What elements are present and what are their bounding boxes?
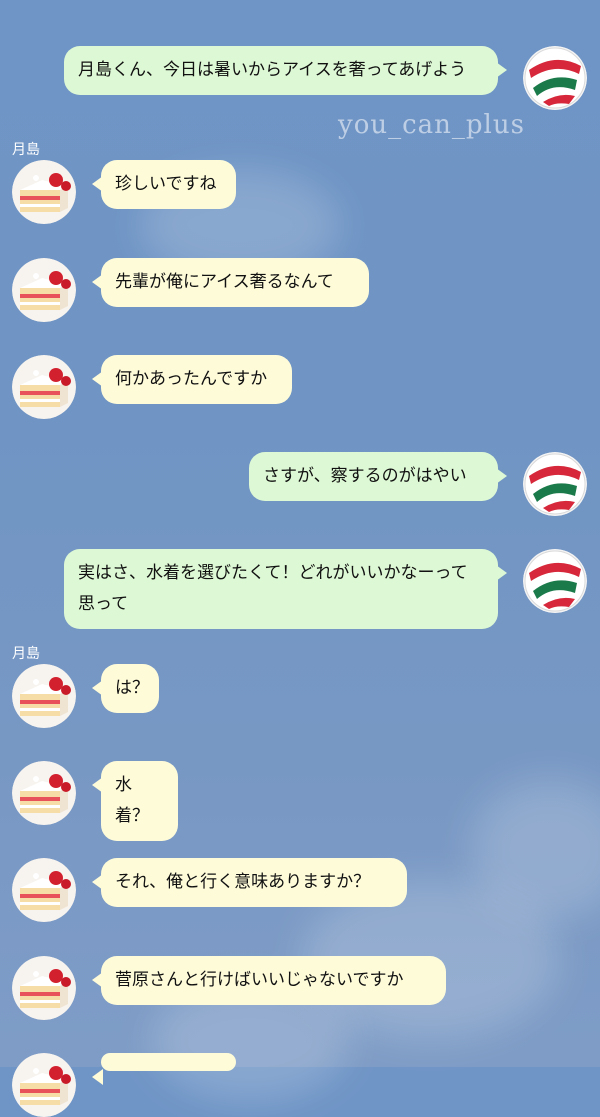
my-message-bubble[interactable]: 実はさ、水着を選びたくて！どれがいいかなーって思って [64,549,507,629]
their-message-bubble[interactable] [92,1053,236,1085]
watermark-text: you_can_plus [338,110,525,140]
my-message-bubble[interactable]: 月島くん、今日は暑いからアイスを奢ってあげよう [64,46,507,95]
strawberry-cake-icon[interactable] [12,160,76,224]
volleyball-icon[interactable] [523,46,587,110]
strawberry-cake-icon[interactable] [12,258,76,322]
strawberry-cake-icon[interactable] [12,664,76,728]
their-message-bubble[interactable]: 水着？ [92,761,178,841]
their-message-bubble[interactable]: 何かあったんですか [92,355,292,404]
strawberry-cake-icon[interactable] [12,761,76,825]
my-message-bubble[interactable]: さすが、察するのがはやい [249,452,507,501]
their-message-bubble[interactable]: それ、俺と行く意味ありますか？ [92,858,407,907]
their-message-bubble[interactable]: 先輩が俺にアイス奢るなんて [92,258,369,307]
sender-name-label: 月島 [12,142,40,158]
sender-name-label: 月島 [12,646,40,662]
volleyball-icon[interactable] [523,549,587,613]
their-message-bubble[interactable]: 珍しいですね [92,160,236,209]
strawberry-cake-icon[interactable] [12,1053,76,1117]
their-message-bubble[interactable]: は？ [92,664,159,713]
volleyball-icon[interactable] [523,452,587,516]
strawberry-cake-icon[interactable] [12,858,76,922]
their-message-bubble[interactable]: 菅原さんと行けばいいじゃないですか [92,956,446,1005]
strawberry-cake-icon[interactable] [12,956,76,1020]
strawberry-cake-icon[interactable] [12,355,76,419]
